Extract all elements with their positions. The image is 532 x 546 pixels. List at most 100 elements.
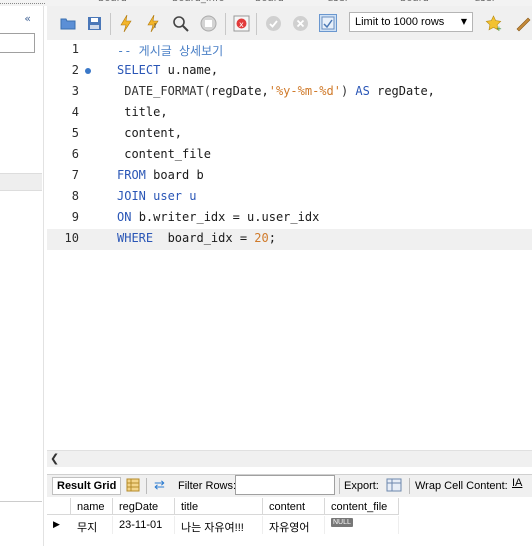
code-text: title,: [117, 105, 168, 119]
collapse-icon[interactable]: «: [24, 12, 31, 25]
code-token: u.name,: [167, 63, 219, 77]
code-token: b.writer_idx = u.user_idx: [138, 210, 320, 224]
explain-icon[interactable]: [171, 14, 189, 32]
editor-line-3: 3 DATE_FORMAT(regDate,'%y-%m-%d') AS reg…: [47, 82, 532, 103]
code-token: regDate,: [210, 84, 269, 98]
table-cell[interactable]: 나는 자유여!!!: [175, 516, 263, 534]
tab-board-info[interactable]: board_info: [172, 0, 225, 4]
svg-text:I: I: [154, 22, 156, 30]
code-text: -- 게시글 상세보기: [117, 42, 223, 59]
favorite-star-icon[interactable]: +: [484, 14, 502, 32]
commit-icon[interactable]: [264, 14, 282, 32]
tab-board-2[interactable]: board: [255, 0, 284, 4]
toolbar-separator: [409, 478, 410, 494]
filter-rows-label: Filter Rows:: [178, 480, 237, 492]
editor-line-2: 2 SELECT u.name,: [47, 61, 532, 82]
line-number: 8: [71, 189, 79, 203]
line-number: 10: [64, 231, 79, 245]
export-label: Export:: [344, 480, 379, 492]
table-cell[interactable]: 자유영어: [263, 516, 325, 534]
code-token: ;: [268, 231, 276, 245]
editor-line-4: 4 title,: [47, 103, 532, 124]
tab-board-1[interactable]: board: [98, 0, 127, 4]
code-token: '%y-%m-%d': [268, 84, 341, 98]
column-header[interactable]: regDate: [113, 498, 175, 515]
code-text: SELECT u.name,: [117, 63, 218, 77]
stop-icon[interactable]: [199, 14, 217, 32]
refresh-icon[interactable]: ⇄: [154, 478, 165, 491]
scroll-left-icon[interactable]: ❮: [50, 452, 59, 465]
code-token: WHERE: [117, 231, 168, 245]
null-badge: NULL: [331, 518, 353, 527]
line-number: 5: [71, 126, 79, 140]
schema-filter-input[interactable]: [0, 33, 35, 53]
column-header[interactable]: title: [175, 498, 263, 515]
code-text: DATE_FORMAT(regDate,'%y-%m-%d') AS regDa…: [117, 84, 435, 98]
code-token: 20: [254, 231, 269, 245]
limit-rows-select[interactable]: Limit to 1000 rows ▼: [349, 12, 473, 32]
sql-editor[interactable]: 1 -- 게시글 상세보기 2 SELECT u.name, 3 DATE_FO…: [47, 40, 532, 450]
code-token: ): [340, 84, 356, 98]
editor-line-8: 8 JOIN user u: [47, 187, 532, 208]
code-token: title,: [117, 105, 168, 119]
column-header[interactable]: content_file: [325, 498, 399, 515]
line-number: 6: [71, 147, 79, 161]
autocommit-icon[interactable]: [319, 14, 337, 32]
tab-user-2[interactable]: user: [474, 0, 496, 4]
code-token: DATE_FORMAT(: [117, 84, 211, 98]
execute-current-icon[interactable]: I: [145, 14, 163, 32]
table-cell[interactable]: NULL: [325, 516, 399, 534]
line-number: 7: [71, 168, 79, 182]
toggle-error-icon[interactable]: x: [232, 14, 250, 32]
editor-line-9: 9 ON b.writer_idx = u.user_idx: [47, 208, 532, 229]
statement-marker-icon: [85, 68, 91, 74]
save-icon[interactable]: [85, 14, 103, 32]
column-header[interactable]: content: [263, 498, 325, 515]
code-text: content_file: [117, 147, 211, 161]
filter-rows-input[interactable]: [235, 475, 335, 495]
sql-editor-toolbar: I x Limit to 1000 rows ▼ +: [47, 6, 532, 41]
current-row-indicator-icon: ▶: [53, 519, 60, 529]
chevron-down-icon: ▼: [460, 17, 467, 26]
limit-rows-label: Limit to 1000 rows: [355, 16, 445, 28]
result-grid-tab[interactable]: Result Grid: [52, 477, 122, 495]
code-token: regDate,: [377, 84, 435, 98]
table-cell[interactable]: 23-11-01: [113, 516, 175, 534]
line-number: 3: [71, 84, 79, 98]
toolbar-separator: [110, 13, 111, 35]
navigator-sidebar: «: [0, 6, 44, 546]
line-number: 9: [71, 210, 79, 224]
svg-text:+: +: [496, 25, 502, 32]
line-number: 2: [71, 63, 79, 77]
tab-divider: [0, 3, 45, 4]
code-token: board b: [153, 168, 204, 182]
rollback-icon[interactable]: [291, 14, 309, 32]
code-text: ON b.writer_idx = u.user_idx: [117, 210, 319, 224]
beautify-icon[interactable]: [514, 14, 532, 32]
table-cell[interactable]: 무지: [71, 516, 113, 534]
tab-user-1[interactable]: user: [327, 0, 349, 4]
code-token: board_idx =: [167, 231, 255, 245]
editor-line-5: 5 content,: [47, 124, 532, 145]
toolbar-separator: [146, 478, 147, 494]
editor-line-1: 1 -- 게시글 상세보기: [47, 40, 532, 61]
export-icon[interactable]: [386, 478, 402, 494]
execute-icon[interactable]: [117, 14, 135, 32]
toolbar-separator: [225, 13, 226, 35]
code-token: JOIN: [117, 189, 154, 203]
line-number: 4: [71, 105, 79, 119]
code-text: content,: [117, 126, 182, 140]
toolbar-separator: [339, 478, 340, 494]
wrap-cell-label: Wrap Cell Content:: [415, 480, 508, 492]
tab-board-3[interactable]: board: [400, 0, 429, 4]
row-header-corner: [47, 498, 71, 515]
grid-view-icon[interactable]: [126, 478, 140, 494]
open-file-icon[interactable]: [59, 14, 77, 32]
column-header[interactable]: name: [71, 498, 113, 515]
editor-horizontal-scrollbar[interactable]: ❮: [47, 450, 532, 467]
code-token: ON: [117, 210, 139, 224]
sidebar-divider: [0, 501, 42, 502]
wrap-text-icon[interactable]: IA: [512, 478, 522, 489]
editor-line-6: 6 content_file: [47, 145, 532, 166]
editor-line-10: 10 WHERE board_idx = 20;: [47, 229, 532, 250]
